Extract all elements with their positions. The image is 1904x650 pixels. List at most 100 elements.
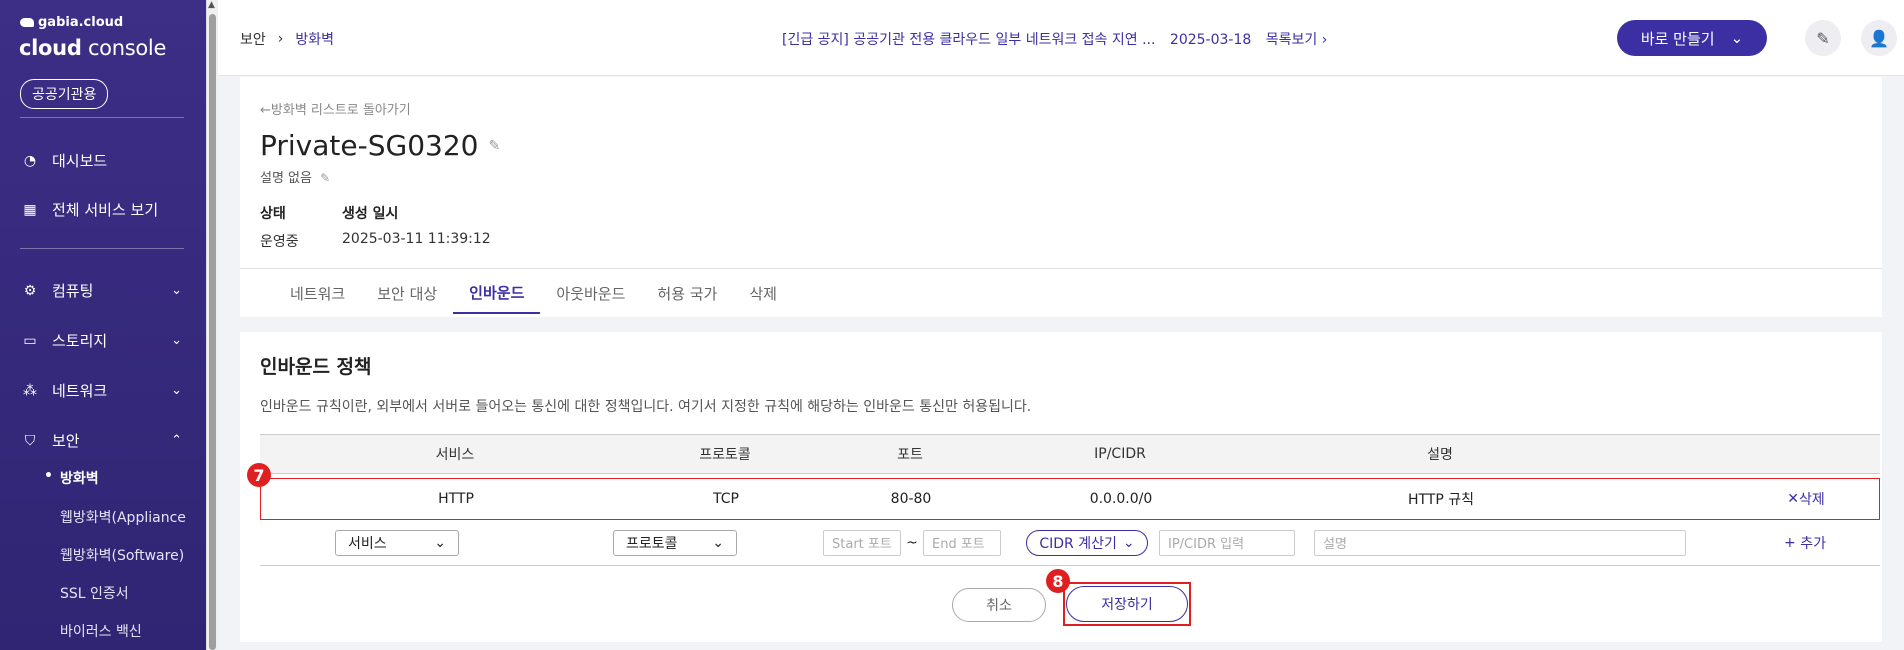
page-title: Private-SG0320 ✎ — [260, 129, 500, 162]
edit-pencil-icon[interactable]: ✎ — [320, 171, 330, 185]
scroll-up-icon[interactable]: ▲ — [208, 0, 215, 10]
description-input[interactable]: 설명 — [1314, 529, 1686, 556]
user-icon[interactable]: 👤 — [1861, 20, 1897, 56]
sidebar-subitem-antivirus[interactable]: 바이러스 백신 — [60, 621, 142, 641]
step-marker-8: 8 — [1046, 569, 1070, 593]
delete-label: 삭제 — [1798, 492, 1825, 508]
notice-more-link[interactable]: 목록보기 — [1266, 32, 1318, 48]
row-port: 80-80 — [890, 491, 932, 507]
save-button[interactable]: 저장하기 — [1066, 586, 1188, 622]
cidr-calc-wrap: CIDR 계산기 ⌄ — [1023, 520, 1151, 565]
tab-security-target[interactable]: 보안 대상 — [361, 272, 453, 314]
plus-icon: + — [1784, 534, 1796, 551]
description-input-wrap: 설명 — [1314, 520, 1686, 565]
sidebar-item-label: 네트워크 — [52, 382, 108, 400]
scrollbar-thumb[interactable] — [209, 14, 216, 650]
new-rule-row: 서비스 ⌄ 프로토콜 ⌄ Start 포트 ~ End 포트 CIDR 계산기 … — [260, 520, 1880, 566]
quick-create-button[interactable]: 바로 만들기 ⌄ — [1617, 20, 1767, 56]
sidebar-item-label: 컴퓨팅 — [52, 282, 94, 300]
cidr-calculator-button[interactable]: CIDR 계산기 ⌄ — [1026, 529, 1148, 556]
tab-delete[interactable]: 삭제 — [733, 272, 793, 314]
row-cidr: 0.0.0.0/0 — [1089, 491, 1153, 507]
step-marker-7: 7 — [247, 463, 271, 487]
notice-banner[interactable]: [긴급 공지] 공공기관 전용 클라우드 일부 네트워크 접속 지연 ... 2… — [782, 29, 1327, 49]
top-bar: 보안 › 방화벽 [긴급 공지] 공공기관 전용 클라우드 일부 네트워크 접속… — [218, 0, 1904, 76]
console-logo[interactable]: cloud console — [19, 36, 166, 60]
firewall-detail-header: ←방화벽 리스트로 돌아가기 Private-SG0320 ✎ 설명 없음 ✎ … — [240, 77, 1882, 317]
delete-rule-button[interactable]: ✕ 삭제 — [1771, 479, 1841, 519]
cidr-input-wrap: IP/CIDR 입력 — [1159, 520, 1295, 565]
sidebar-item-label: 대시보드 — [52, 152, 108, 170]
table-row: HTTP TCP 80-80 0.0.0.0/0 HTTP 규칙 ✕ 삭제 — [260, 478, 1880, 520]
column-description: 설명 — [1427, 447, 1453, 463]
table-header: 서비스 프로토콜 포트 IP/CIDR 설명 — [260, 434, 1880, 474]
end-port-input[interactable]: End 포트 — [923, 529, 1001, 556]
created-value: 2025-03-11 11:39:12 — [342, 231, 491, 247]
sidebar-subitem-firewall[interactable]: 방화벽 — [44, 468, 98, 488]
add-rule-button[interactable]: + 추가 — [1770, 520, 1840, 565]
tab-outbound[interactable]: 아웃바운드 — [540, 272, 641, 314]
gauge-icon: ◔ — [23, 152, 37, 169]
storage-icon: ▭ — [23, 332, 37, 349]
breadcrumb: 보안 › 방화벽 — [240, 29, 334, 49]
sidebar-subitem-waf-software[interactable]: 웹방화벽(Software) — [60, 545, 184, 565]
header-divider — [240, 268, 1882, 269]
notice-date: 2025-03-18 — [1169, 32, 1252, 48]
row-description: HTTP 규칙 — [1407, 492, 1475, 508]
edit-pencil-icon[interactable]: ✎ — [488, 138, 500, 154]
breadcrumb-firewall[interactable]: 방화벽 — [295, 29, 334, 49]
grid-icon: ▦ — [23, 201, 37, 218]
service-select-wrap: 서비스 ⌄ — [335, 520, 459, 565]
breadcrumb-security[interactable]: 보안 — [240, 29, 266, 49]
start-port-input[interactable]: Start 포트 — [823, 529, 901, 556]
public-agency-badge[interactable]: 공공기관용 — [20, 79, 109, 109]
sidebar: gabia.cloud cloud console 공공기관용 ◔ 대시보드 ▦… — [0, 0, 206, 650]
sidebar-divider — [20, 248, 184, 249]
shield-icon: ⛉ — [24, 432, 36, 449]
sidebar-item-network[interactable]: ⁂ 네트워크 ⌄ — [22, 380, 182, 401]
firewall-description: 설명 없음 ✎ — [260, 167, 330, 186]
tab-network[interactable]: 네트워크 — [274, 272, 361, 314]
tab-inbound[interactable]: 인바운드 — [453, 272, 541, 314]
network-icon: ⁂ — [23, 382, 37, 399]
chevron-down-icon: ⌄ — [434, 534, 446, 551]
sidebar-item-dashboard[interactable]: ◔ 대시보드 — [22, 150, 182, 171]
row-protocol: TCP — [713, 491, 739, 507]
back-label: 방화벽 리스트로 돌아가기 — [270, 103, 411, 118]
inbound-policy-panel: 인바운드 정책 인바운드 규칙이란, 외부에서 서버로 들어오는 통신에 대한 … — [240, 332, 1882, 642]
chat-icon[interactable]: ✎ — [1805, 20, 1841, 56]
section-description: 인바운드 규칙이란, 외부에서 서버로 들어오는 통신에 대한 정책입니다. 여… — [260, 399, 1032, 415]
back-to-list-link[interactable]: ←방화벽 리스트로 돌아가기 — [260, 99, 411, 118]
service-select[interactable]: 서비스 ⌄ — [335, 529, 459, 556]
created-label: 생성 일시 — [342, 206, 399, 222]
firewall-name: Private-SG0320 — [260, 129, 479, 162]
notice-text[interactable]: [긴급 공지] 공공기관 전용 클라우드 일부 네트워크 접속 지연 ... — [782, 32, 1155, 48]
sidebar-divider — [20, 117, 184, 118]
sidebar-item-all-services[interactable]: ▦ 전체 서비스 보기 — [22, 199, 182, 220]
protocol-select-value: 프로토콜 — [626, 535, 678, 552]
chevron-down-icon: ⌄ — [712, 534, 724, 551]
chevron-up-icon: ⌃ — [171, 433, 182, 448]
sidebar-item-storage[interactable]: ▭ 스토리지 ⌄ — [22, 330, 182, 351]
sidebar-subitem-waf-appliance[interactable]: 웹방화벽(Appliance — [60, 507, 186, 527]
column-port: 포트 — [897, 447, 923, 463]
chevron-down-icon: ⌄ — [1122, 534, 1135, 551]
sidebar-scrollbar[interactable]: ▲ — [206, 0, 218, 650]
protocol-select[interactable]: 프로토콜 ⌄ — [613, 529, 737, 556]
cidr-input[interactable]: IP/CIDR 입력 — [1159, 529, 1295, 556]
cancel-button[interactable]: 취소 — [952, 588, 1046, 622]
gabia-logo[interactable]: gabia.cloud — [20, 15, 123, 30]
tab-allowed-countries[interactable]: 허용 국가 — [641, 272, 733, 314]
column-cidr: IP/CIDR — [1094, 446, 1146, 462]
detail-tabs: 네트워크 보안 대상 인바운드 아웃바운드 허용 국가 삭제 — [274, 272, 793, 314]
chevron-down-icon: ⌄ — [171, 283, 182, 298]
chevron-right-icon: › — [1321, 32, 1328, 48]
status-value: 운영중 — [260, 234, 299, 250]
sidebar-item-computing[interactable]: ⚙ 컴퓨팅 ⌄ — [22, 280, 182, 301]
close-icon: ✕ — [1787, 491, 1799, 507]
sidebar-item-security[interactable]: ⛉ 보안 ⌃ — [22, 430, 182, 451]
port-range-tilde: ~ — [906, 534, 918, 551]
start-port-wrap: Start 포트 — [823, 520, 901, 565]
sidebar-subitem-ssl[interactable]: SSL 인증서 — [60, 583, 129, 603]
chevron-down-icon: ⌄ — [171, 333, 182, 348]
